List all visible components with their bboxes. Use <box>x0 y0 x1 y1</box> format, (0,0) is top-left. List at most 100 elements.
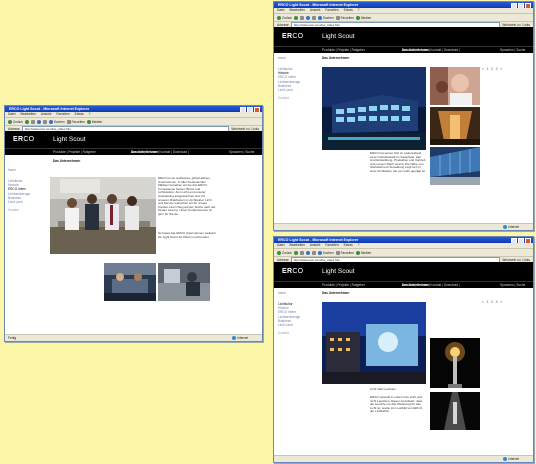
forward-button[interactable] <box>24 119 29 124</box>
media-button[interactable]: Medien <box>355 15 371 20</box>
forward-button[interactable] <box>293 250 298 255</box>
sidebar-nav: Lichtkultur Historie ERCO intern Lichtwerkz… <box>8 179 30 212</box>
minimize-button[interactable] <box>511 238 517 243</box>
home-link[interactable]: home <box>8 168 16 172</box>
intro-text: ERCO ist ein weltweites, global aktives … <box>158 176 216 216</box>
menu-help[interactable]: ? <box>358 243 360 248</box>
menu-ansicht[interactable]: Ansicht <box>310 8 320 13</box>
window-title: ERCO Light Scout - Microsoft Internet Ex… <box>278 3 359 7</box>
maximize-button[interactable] <box>518 3 524 8</box>
office-photo <box>104 263 156 301</box>
media-icon <box>355 250 360 255</box>
stop-icon <box>299 15 304 20</box>
search-icon <box>317 15 322 20</box>
home-link[interactable]: home <box>278 56 286 60</box>
forward-arrow-icon <box>293 15 298 20</box>
breadcrumb: Das Unternehmen <box>322 56 350 60</box>
back-button[interactable]: Zurück <box>277 15 292 20</box>
maximize-button[interactable] <box>518 238 524 243</box>
menu-favoriten[interactable]: Favoriten <box>56 112 69 117</box>
nav-language[interactable]: Sprachen | Suche <box>500 282 525 288</box>
media-button[interactable]: Medien <box>86 119 102 124</box>
pager[interactable]: < 1 2 3 > <box>482 67 503 71</box>
stop-button[interactable] <box>299 15 304 20</box>
back-button[interactable]: Zurück <box>277 250 292 255</box>
sidebar-item[interactable]: Licht Land <box>278 323 300 327</box>
close-button[interactable] <box>525 238 531 243</box>
menu-favoriten[interactable]: Favoriten <box>325 243 338 248</box>
close-button[interactable] <box>525 3 531 8</box>
menu-ansicht[interactable]: Ansicht <box>41 112 51 117</box>
erco-logo[interactable]: ERCO <box>282 268 303 275</box>
sidebar-item[interactable]: Kontakt <box>278 96 300 100</box>
minimize-button[interactable] <box>240 107 246 112</box>
lamp-photo <box>430 338 480 388</box>
stop-button[interactable] <box>299 250 304 255</box>
menu-datei[interactable]: Datei <box>8 112 15 117</box>
stop-button[interactable] <box>30 119 35 124</box>
menu-extras[interactable]: Extras <box>344 243 353 248</box>
nav-language[interactable]: Sprachen | Suche <box>229 149 254 155</box>
light-text: ERCO verkauft in erster Linie Licht und … <box>370 395 423 414</box>
close-button[interactable] <box>254 107 260 112</box>
menu-datei[interactable]: Datei <box>277 8 284 13</box>
erco-logo[interactable]: ERCO <box>13 136 34 143</box>
nav-language[interactable]: Sprachen | Suche <box>500 47 525 53</box>
main-nav: Produkte | Projekte | Ratgeber Anmelde |… <box>274 281 533 288</box>
product-title: Light Scout <box>322 33 355 40</box>
minimize-button[interactable] <box>511 3 517 8</box>
nav-products[interactable]: Produkte | Projekte | Ratgeber <box>322 47 365 53</box>
main-nav: Produkte | Projekte | Ratgeber Anmelde |… <box>5 148 262 155</box>
page-content: ERCO Light Scout Produkte | Projekte | R… <box>5 131 262 335</box>
home-button[interactable] <box>42 119 47 124</box>
nav-products[interactable]: Produkte | Projekte | Ratgeber <box>322 282 365 288</box>
home-link[interactable]: home <box>278 291 286 295</box>
search-button[interactable]: Suchen <box>317 250 334 255</box>
home-button[interactable] <box>311 15 316 20</box>
menu-bearbeiten[interactable]: Bearbeiten <box>20 112 35 117</box>
sidebar-item[interactable]: Kontakt <box>8 208 30 212</box>
page-content: ERCO Light Scout Produkte | Projekte | R… <box>274 27 533 224</box>
status-bar: Internet <box>274 455 533 462</box>
toolbar: Zurück Suchen Favoriten Medien <box>274 14 533 22</box>
window-titlebar[interactable]: ERCO Light Scout - Microsoft Internet Ex… <box>274 237 533 243</box>
menu-bearbeiten[interactable]: Bearbeiten <box>289 243 304 248</box>
back-arrow-icon <box>277 15 281 20</box>
page-content: ERCO Light Scout Produkte | Projekte | R… <box>274 262 533 456</box>
menu-bearbeiten[interactable]: Bearbeiten <box>289 8 304 13</box>
status-bar: Internet <box>274 223 533 230</box>
menu-datei[interactable]: Datei <box>277 243 284 248</box>
favorites-button[interactable]: Favoriten <box>335 15 354 20</box>
erco-logo[interactable]: ERCO <box>282 33 303 40</box>
pager[interactable]: < 1 2 3 > <box>482 300 503 304</box>
nav-products[interactable]: Produkte | Projekte | Ratgeber <box>53 149 96 155</box>
forward-button[interactable] <box>293 15 298 20</box>
sidebar-item[interactable]: Licht Land <box>278 88 300 92</box>
globe-icon <box>503 225 507 229</box>
browser-window-bottom-right: ERCO Light Scout - Microsoft Internet Ex… <box>273 236 534 463</box>
refresh-button[interactable] <box>305 250 310 255</box>
home-button[interactable] <box>311 250 316 255</box>
sidebar-item[interactable]: Kontakt <box>278 331 300 335</box>
sidebar-item[interactable]: Licht Land <box>8 200 30 204</box>
favorites-button[interactable]: Favoriten <box>335 250 354 255</box>
menu-extras[interactable]: Extras <box>344 8 353 13</box>
back-button[interactable]: Zurück <box>8 119 23 124</box>
menu-help[interactable]: ? <box>358 8 360 13</box>
refresh-button[interactable] <box>36 119 41 124</box>
search-button[interactable]: Suchen <box>317 15 334 20</box>
refresh-button[interactable] <box>305 15 310 20</box>
favorites-button[interactable]: Favoriten <box>66 119 85 124</box>
menu-ansicht[interactable]: Ansicht <box>310 243 320 248</box>
home-icon <box>311 250 316 255</box>
menu-help[interactable]: ? <box>89 112 91 117</box>
menu-favoriten[interactable]: Favoriten <box>325 8 338 13</box>
media-button[interactable]: Medien <box>355 250 371 255</box>
menu-extras[interactable]: Extras <box>75 112 84 117</box>
site-header: ERCO Light Scout Produkte | Projekte | R… <box>5 131 262 155</box>
maximize-button[interactable] <box>247 107 253 112</box>
forward-arrow-icon <box>293 250 298 255</box>
window-titlebar[interactable]: ERCO Light Scout - Microsoft Internet Ex… <box>5 106 262 112</box>
search-button[interactable]: Suchen <box>48 119 65 124</box>
window-titlebar[interactable]: ERCO Light Scout - Microsoft Internet Ex… <box>274 2 533 8</box>
